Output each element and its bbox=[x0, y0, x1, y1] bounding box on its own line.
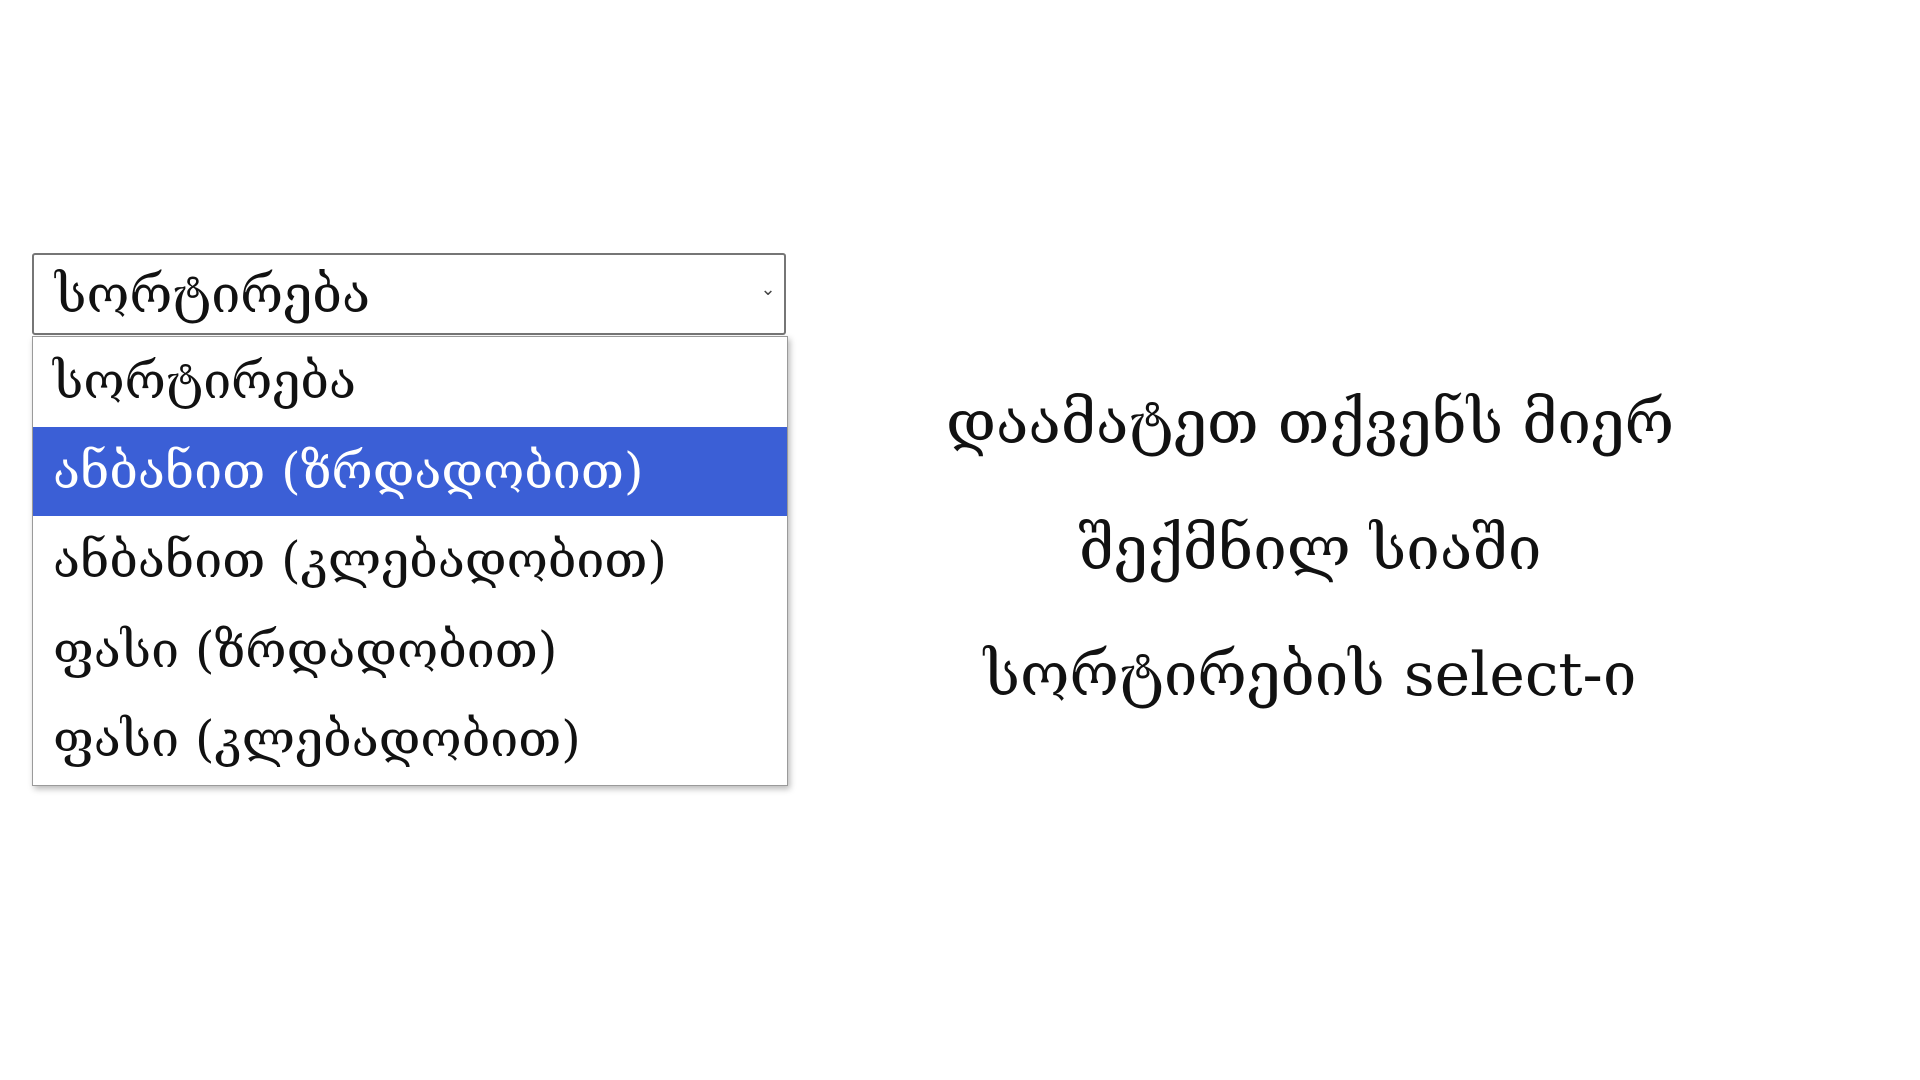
sort-option-price-desc[interactable]: ფასი (კლებადობით) bbox=[33, 695, 787, 785]
sort-select[interactable]: სორტირება ⌄ bbox=[32, 253, 786, 335]
sort-option-alpha-asc[interactable]: ანბანით (ზრდადობით) bbox=[33, 426, 787, 517]
caption-line-1: დაამატეთ თქვენს მიერ bbox=[945, 388, 1675, 458]
sort-dropdown-list: სორტირება ანბანით (ზრდადობით) ანბანით (კ… bbox=[32, 336, 788, 786]
instruction-caption: დაამატეთ თქვენს მიერ შექმნილ სიაში სორტი… bbox=[860, 360, 1760, 738]
chevron-down-icon[interactable]: ⌄ bbox=[758, 280, 778, 300]
caption-line-2: შექმნილ სიაში bbox=[1078, 514, 1542, 584]
sort-option-price-asc[interactable]: ფასი (ზრდადობით) bbox=[33, 606, 787, 696]
sort-select-value: სორტირება bbox=[55, 265, 371, 325]
sort-option-default[interactable]: სორტირება bbox=[33, 337, 787, 427]
sort-option-alpha-desc[interactable]: ანბანით (კლებადობით) bbox=[33, 516, 787, 606]
caption-line-3: სორტირების select-ი bbox=[983, 640, 1637, 710]
